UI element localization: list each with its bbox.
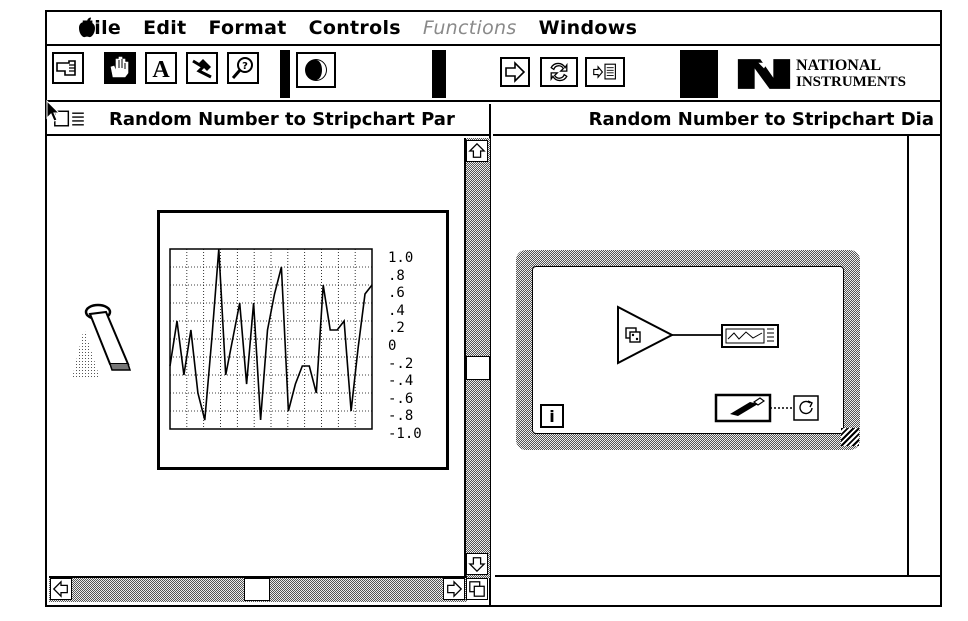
iteration-terminal[interactable]: i xyxy=(540,404,564,428)
ni-logo: NATIONAL INSTRUMENTS xyxy=(736,52,936,96)
block-diagram-titlebar[interactable]: Random Number to Stripchart Dia xyxy=(493,104,940,136)
chart-y-tick-label: 1.0 xyxy=(388,250,414,266)
chart-terminal[interactable] xyxy=(721,324,779,348)
palette-divider xyxy=(680,50,718,98)
menu-format[interactable]: Format xyxy=(208,17,286,39)
probe-icon[interactable]: ? xyxy=(227,52,259,84)
step-icon[interactable] xyxy=(585,57,625,87)
palette-divider xyxy=(432,50,446,98)
color-tool-icon[interactable] xyxy=(296,52,336,88)
run-arrow-icon[interactable] xyxy=(500,57,530,87)
palette-divider xyxy=(280,50,290,98)
logo-text-instruments: INSTRUMENTS xyxy=(796,74,907,90)
diagram-scrollbar-edge xyxy=(907,136,909,576)
svg-text:?: ? xyxy=(242,61,248,72)
waveform-chart-plot xyxy=(169,248,373,430)
chart-y-tick-label: -.4 xyxy=(388,373,414,390)
vertical-scroll-thumb[interactable] xyxy=(466,356,490,380)
chart-y-tick-label: -.8 xyxy=(388,408,414,425)
wire-tool-icon[interactable] xyxy=(186,52,218,84)
continuous-run-icon[interactable] xyxy=(540,57,578,87)
loop-condition-icon[interactable] xyxy=(793,395,819,421)
switch-terminal[interactable] xyxy=(714,393,772,423)
menu-functions: Functions xyxy=(422,17,517,39)
loop-resize-corner[interactable] xyxy=(841,428,859,446)
text-tool-icon[interactable]: A xyxy=(145,52,177,84)
diagram-scrollbar-edge xyxy=(495,575,940,577)
chart-y-tick-label: .2 xyxy=(388,320,405,337)
front-panel-title: Random Number to Stripchart Par xyxy=(109,108,455,130)
chart-y-axis: 1.0.8.6.4.2 0 -.2 -.4 -.6 -.8 -1.0 xyxy=(388,250,438,441)
menu-windows[interactable]: Windows xyxy=(539,17,638,39)
chart-y-tick-label: -1.0 xyxy=(388,426,422,442)
menu-edit[interactable]: Edit xyxy=(143,17,186,39)
chart-y-tick-label: -.2 xyxy=(388,355,414,372)
switch-to-condition-wiring xyxy=(714,393,819,423)
scroll-left-icon[interactable] xyxy=(50,578,72,600)
scroll-right-icon[interactable] xyxy=(443,578,465,600)
chart-y-tick-label: 0 xyxy=(388,338,397,354)
menu-controls[interactable]: Controls xyxy=(309,17,401,39)
scroll-down-icon[interactable] xyxy=(466,553,488,575)
size-box-icon[interactable] xyxy=(466,578,488,600)
toggle-switch[interactable] xyxy=(70,298,134,382)
chart-y-tick-label: .6 xyxy=(388,285,405,302)
ni-eagle-icon xyxy=(737,59,791,89)
front-panel-titlebar[interactable]: Random Number to Stripchart Par xyxy=(47,104,489,136)
menu-bar: File Edit Format Controls Functions Wind… xyxy=(47,12,940,46)
chart-y-tick-label: .8 xyxy=(388,267,405,284)
position-hand-icon[interactable] xyxy=(104,52,136,84)
logo-text-national: NATIONAL xyxy=(796,57,882,74)
scroll-up-icon[interactable] xyxy=(466,140,488,162)
mouse-pointer-icon xyxy=(46,100,60,122)
apple-icon[interactable] xyxy=(78,17,96,39)
block-diagram-title: Random Number to Stripchart Dia xyxy=(588,108,934,130)
svg-text:A: A xyxy=(152,57,170,81)
chart-y-tick-label: .4 xyxy=(388,302,405,319)
random-to-chart-wiring xyxy=(617,305,779,365)
horizontal-scroll-thumb[interactable] xyxy=(244,578,270,601)
operate-hand-icon[interactable] xyxy=(52,52,84,84)
chart-y-tick-label: -.6 xyxy=(388,390,414,407)
